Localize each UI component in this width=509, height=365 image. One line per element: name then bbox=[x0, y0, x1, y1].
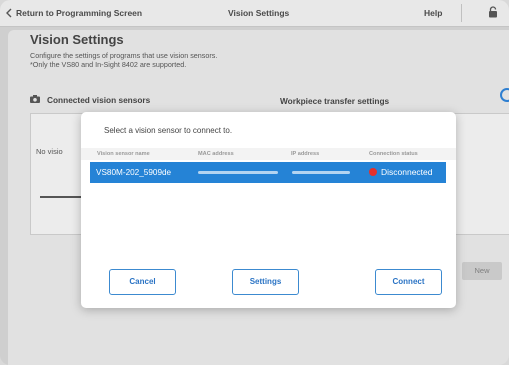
no-sensor-text: No visio bbox=[36, 147, 63, 156]
status-text: Disconnected bbox=[381, 167, 433, 177]
top-bar: Return to Programming Screen Vision Sett… bbox=[0, 0, 509, 27]
connected-sensors-label: Connected vision sensors bbox=[47, 95, 151, 105]
connect-button[interactable]: Connect bbox=[375, 269, 442, 295]
mac-address-cell bbox=[198, 171, 278, 174]
transfer-settings-panel bbox=[452, 113, 509, 235]
back-label: Return to Programming Screen bbox=[16, 8, 143, 18]
new-button[interactable]: New bbox=[462, 262, 502, 280]
column-header-ip: IP address bbox=[291, 151, 320, 157]
lock-icon[interactable] bbox=[488, 6, 498, 20]
description-line-1: Configure the settings of programs that … bbox=[30, 51, 218, 60]
help-button[interactable]: Help bbox=[424, 8, 442, 18]
sensor-select-dialog: Select a vision sensor to connect to. Vi… bbox=[81, 112, 456, 308]
workpiece-transfer-heading: Workpiece transfer settings bbox=[280, 96, 390, 106]
connection-status-cell: Disconnected bbox=[369, 167, 433, 177]
connected-sensors-heading: Connected vision sensors bbox=[30, 95, 150, 105]
table-row[interactable]: VS80M-202_5909de Disconnected bbox=[90, 162, 446, 183]
ip-address-cell bbox=[292, 171, 350, 174]
divider bbox=[461, 4, 462, 22]
page-title: Vision Settings bbox=[30, 32, 124, 47]
camera-icon bbox=[30, 95, 40, 105]
status-dot-icon bbox=[369, 168, 377, 176]
cancel-button[interactable]: Cancel bbox=[109, 269, 176, 295]
dialog-prompt: Select a vision sensor to connect to. bbox=[104, 126, 233, 135]
description-line-2: *Only the VS80 and In-Sight 8402 are sup… bbox=[30, 60, 187, 69]
column-header-mac: MAC address bbox=[198, 151, 234, 157]
page-description: Configure the settings of programs that … bbox=[30, 51, 217, 69]
back-button[interactable]: Return to Programming Screen bbox=[6, 8, 142, 18]
column-header-status: Connection status bbox=[369, 151, 418, 157]
chevron-left-icon bbox=[6, 8, 12, 18]
table-header: Vision sensor name MAC address IP addres… bbox=[81, 148, 456, 160]
window-title: Vision Settings bbox=[228, 8, 290, 18]
column-header-name: Vision sensor name bbox=[97, 151, 150, 157]
settings-button[interactable]: Settings bbox=[232, 269, 299, 295]
sensor-name-cell: VS80M-202_5909de bbox=[96, 168, 172, 177]
circle-icon[interactable] bbox=[500, 88, 509, 102]
app-window: Return to Programming Screen Vision Sett… bbox=[0, 0, 509, 365]
